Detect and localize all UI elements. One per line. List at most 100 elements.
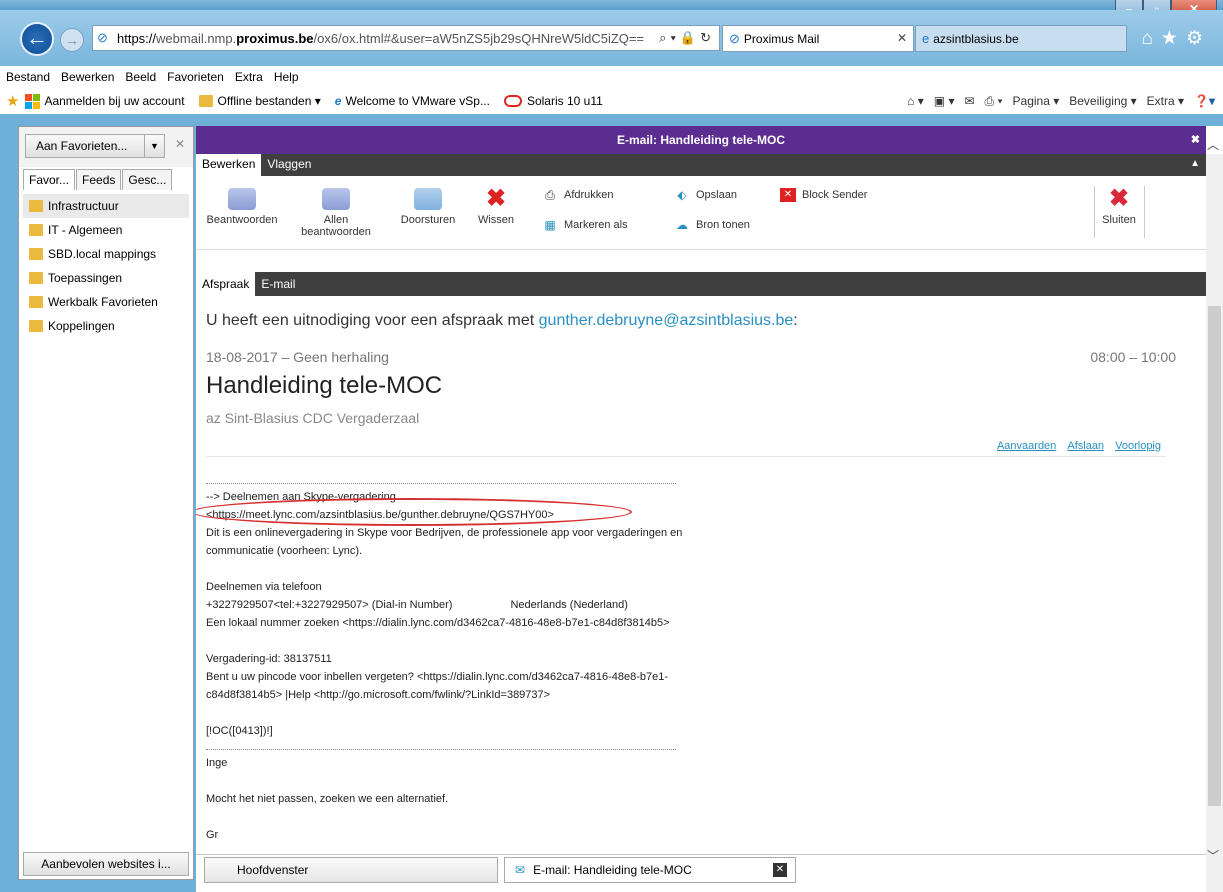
tab-history[interactable]: Gesc... xyxy=(122,169,173,190)
reply-all-button[interactable]: Allen beantwoorden xyxy=(296,188,376,238)
ie-page-icon: e xyxy=(334,94,342,108)
sidebar-item-sbd-local[interactable]: SBD.local mappings xyxy=(23,242,189,266)
cmd-pagina[interactable]: Pagina ▾ xyxy=(1013,94,1060,108)
content-scrollbar[interactable] xyxy=(1206,154,1223,892)
save-button[interactable]: ⬖ Opslaan xyxy=(674,188,737,202)
tab-bewerken[interactable]: Bewerken xyxy=(196,154,262,176)
window-tabs: Hoofdvenster ✉ E-mail: Handleiding tele-… xyxy=(196,854,1206,884)
print-button[interactable]: ⎙ Afdrukken xyxy=(542,188,613,202)
folder-icon xyxy=(29,296,43,308)
tab-vlaggen[interactable]: Vlaggen xyxy=(261,154,317,176)
save-icon: ⬖ xyxy=(677,188,687,202)
cmd-beveiliging[interactable]: Beveiliging ▾ xyxy=(1069,94,1136,108)
sidebar-header: Aan Favorieten... ▼ ✕ xyxy=(19,127,193,167)
organizer-email-link[interactable]: gunther.debruyne@azsintblasius.be xyxy=(539,312,794,329)
sidebar-close-icon[interactable]: ✕ xyxy=(175,137,185,151)
help-icon[interactable]: ❓▾ xyxy=(1194,94,1215,108)
forward-button[interactable]: Doorsturen xyxy=(392,188,464,226)
home-icon[interactable]: ⌂ ▾ xyxy=(907,94,924,108)
sidebar-item-infrastructuur[interactable]: Infrastructuur xyxy=(23,194,189,218)
sidebar-item-werkbalk[interactable]: Werkbalk Favorieten xyxy=(23,290,189,314)
favorites-star-icon[interactable]: ★ xyxy=(6,92,19,110)
sidebar-item-toepassingen[interactable]: Toepassingen xyxy=(23,266,189,290)
window-title-bar: E-mail: Handleiding tele-MOC ✖ xyxy=(196,126,1206,154)
tab-proximus-mail[interactable]: ⊘ Proximus Mail ✕ xyxy=(722,25,914,52)
reply-all-icon xyxy=(322,188,350,210)
sidebar-tabs: Favor... Feeds Gesc... xyxy=(23,169,173,190)
ribbon-tabs: Bewerken Vlaggen ▲ xyxy=(196,154,1206,176)
mark-icon: ▦ xyxy=(544,218,556,232)
close-cross-icon: ✖ xyxy=(1108,185,1130,212)
microsoft-logo-icon xyxy=(25,93,41,109)
tab-azsintblasius[interactable]: e azsintblasius.be xyxy=(915,25,1127,52)
tab-email[interactable]: E-mail xyxy=(255,272,301,296)
collapse-ribbon-icon[interactable]: ▲ xyxy=(1190,158,1200,169)
divider xyxy=(206,456,1166,457)
delete-button[interactable]: ✖ Wissen xyxy=(474,187,518,227)
close-tab-icon[interactable]: ✕ xyxy=(773,863,787,877)
reply-button[interactable]: Beantwoorden xyxy=(202,188,282,226)
fav-aanmelden[interactable]: Aanmelden bij uw account xyxy=(25,93,185,109)
scrollbar-thumb[interactable] xyxy=(1208,306,1221,806)
mail-icon[interactable]: ✉ xyxy=(964,94,974,108)
pin-line[interactable]: Bent u uw pincode voor inbellen vergeten… xyxy=(206,668,906,686)
menu-favorieten[interactable]: Favorieten xyxy=(167,70,224,84)
mark-as-button[interactable]: ▦ Markeren als xyxy=(542,218,627,232)
browser-navbar: ← → ⊘ https://webmail.nmp.proximus.be/ox… xyxy=(0,10,1223,66)
suggested-sites-button[interactable]: Aanbevolen websites i... xyxy=(23,852,189,876)
close-icon[interactable]: ✖ xyxy=(1191,126,1200,154)
block-sender-button[interactable]: ✕ Block Sender xyxy=(780,188,867,202)
dropdown-arrow-icon[interactable]: ▼ xyxy=(144,135,164,157)
fav-vmware[interactable]: e Welcome to VMware vSp... xyxy=(335,94,490,108)
close-mail-button[interactable]: ✖ Sluiten xyxy=(1098,185,1140,227)
menu-bewerken[interactable]: Bewerken xyxy=(61,70,114,84)
tab-email-window[interactable]: ✉ E-mail: Handleiding tele-MOC ✕ xyxy=(504,857,796,883)
mail-site-icon: ⊘ xyxy=(729,30,740,46)
menu-help[interactable]: Help xyxy=(274,70,299,84)
window-titlebar xyxy=(0,0,1223,10)
address-tools-icon[interactable]: ⌕▾🔒↻ xyxy=(659,30,715,46)
scroll-up-icon[interactable]: ︿ xyxy=(1207,136,1219,153)
tab-close-icon[interactable]: ✕ xyxy=(897,31,907,45)
sidebar-item-koppelingen[interactable]: Koppelingen xyxy=(23,314,189,338)
fav-offline-bestanden[interactable]: Offline bestanden ▾ xyxy=(198,94,321,108)
local-number-link[interactable]: Een lokaal nummer zoeken <https://dialin… xyxy=(206,614,906,632)
cmd-extra[interactable]: Extra ▾ xyxy=(1147,94,1184,108)
fav-solaris[interactable]: Solaris 10 u11 xyxy=(503,94,603,108)
back-arrow-icon[interactable]: ← xyxy=(20,22,54,56)
scroll-down-icon[interactable]: ﹀ xyxy=(1207,847,1219,864)
forward-arrow-icon[interactable]: → xyxy=(60,28,84,52)
url-text: https://webmail.nmp.proximus.be/ox6/ox.h… xyxy=(117,30,645,46)
ribbon-separator xyxy=(1094,186,1095,238)
tab-afspraak[interactable]: Afspraak xyxy=(196,272,256,296)
source-icon: ☁ xyxy=(676,218,688,232)
tab-feeds[interactable]: Feeds xyxy=(76,169,122,190)
pin-line[interactable]: c84d8f3814b5> |Help <http://go.microsoft… xyxy=(206,686,906,704)
tab-hoofdvenster[interactable]: Hoofdvenster xyxy=(204,857,498,883)
add-to-favorites-button[interactable]: Aan Favorieten... ▼ xyxy=(25,134,165,158)
ribbon-toolbar: Beantwoorden Allen beantwoorden Doorstur… xyxy=(196,176,1206,250)
home-favorites-settings-icons[interactable]: ⌂★⚙ xyxy=(1141,27,1211,50)
accept-link[interactable]: Aanvaarden xyxy=(997,440,1056,452)
sidebar-item-it-algemeen[interactable]: IT - Algemeen xyxy=(23,218,189,242)
rss-icon[interactable]: ▣ ▾ xyxy=(934,94,955,108)
menu-beeld[interactable]: Beeld xyxy=(125,70,156,84)
highlight-circle xyxy=(196,498,632,526)
tentative-link[interactable]: Voorlopig xyxy=(1115,440,1161,452)
tab-favorites[interactable]: Favor... xyxy=(23,169,76,190)
decline-link[interactable]: Afslaan xyxy=(1067,440,1104,452)
menu-bestand[interactable]: Bestand xyxy=(6,70,50,84)
dotted-separator xyxy=(206,476,676,484)
invite-line: U heeft een uitnodiging voor een afspraa… xyxy=(206,312,798,329)
print-icon[interactable]: ⎙ ▾ xyxy=(985,94,1003,109)
show-source-button[interactable]: ☁ Bron tonen xyxy=(674,218,750,232)
body-line: Dit is een onlinevergadering in Skype vo… xyxy=(206,527,683,539)
body-line: Gr xyxy=(206,829,219,841)
menu-extra[interactable]: Extra xyxy=(235,70,263,84)
appointment-date: 18-08-2017 – Geen herhaling xyxy=(206,349,389,365)
view-tabs: Afspraak E-mail xyxy=(196,272,1206,296)
folder-icon xyxy=(29,200,43,212)
body-line: Deelnemen via telefoon xyxy=(206,581,322,593)
address-bar[interactable]: ⊘ https://webmail.nmp.proximus.be/ox6/ox… xyxy=(92,25,720,51)
